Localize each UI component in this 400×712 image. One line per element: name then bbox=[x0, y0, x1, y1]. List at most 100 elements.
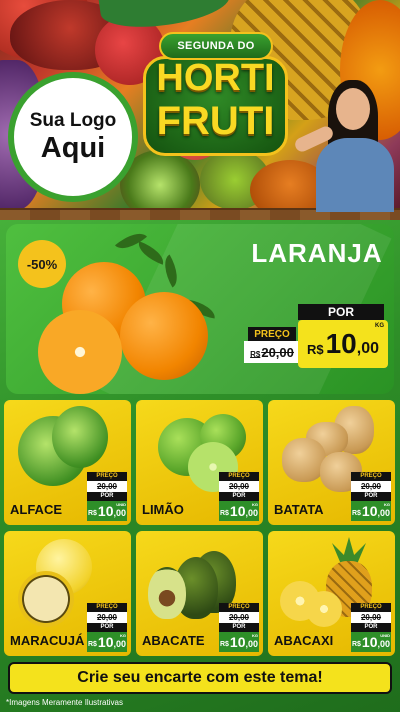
discount-text: -50% bbox=[26, 256, 58, 272]
orange-image bbox=[120, 292, 208, 380]
old-price-value: 20,00 bbox=[261, 344, 294, 360]
new-price-label-text: POR bbox=[327, 305, 354, 319]
main-panel: -50% LARANJA POR PREÇO R$20,00 KG R$ 10 … bbox=[0, 220, 400, 712]
new-price: R$ 10 ,00 KG bbox=[87, 632, 127, 652]
badge-top-text: SEGUNDA DO bbox=[177, 40, 255, 52]
header-banner: Sua Logo Aqui SEGUNDA DO HORTI FRUTI bbox=[0, 0, 400, 212]
old-price: 20,00 bbox=[87, 612, 127, 623]
product-name: MARACUJÁ bbox=[10, 633, 85, 648]
new-price: R$ 10 ,00 UNID bbox=[87, 501, 127, 521]
price-decimal: ,00 bbox=[245, 508, 259, 518]
old-price: R$20,00 bbox=[244, 341, 300, 363]
new-price-label: POR bbox=[219, 623, 259, 632]
new-price-label: POR bbox=[87, 623, 127, 632]
product-card-limao[interactable]: LIMÃO PREÇO 20,00 POR R$ 10 ,00 KG bbox=[136, 400, 263, 525]
price-integer: 10 bbox=[325, 328, 357, 359]
price-tag: PREÇO 20,00 POR R$ 10 ,00 UNID bbox=[87, 472, 127, 521]
discount-badge: -50% bbox=[18, 240, 66, 288]
product-card-abacate[interactable]: ABACATE PREÇO 20,00 POR R$ 10 ,00 KG bbox=[136, 531, 263, 656]
old-price-label: PREÇO bbox=[351, 603, 391, 612]
product-name: BATATA bbox=[274, 502, 324, 517]
model-photo bbox=[292, 80, 400, 212]
badge-word2: FRUTI bbox=[156, 99, 275, 143]
old-price-label-text: PREÇO bbox=[254, 328, 290, 340]
price-tag: PREÇO 20,00 POR R$ 10 ,00 KG bbox=[219, 472, 259, 521]
new-price: KG R$ 10 ,00 bbox=[298, 320, 388, 368]
lettuce-leaf bbox=[52, 406, 108, 468]
new-price-label: POR bbox=[298, 304, 384, 320]
new-price-label: POR bbox=[351, 623, 391, 632]
featured-product-card[interactable]: -50% LARANJA POR PREÇO R$20,00 KG R$ 10 … bbox=[6, 224, 394, 394]
new-price: R$ 10 ,00 KG bbox=[351, 501, 391, 521]
new-price: R$ 10 ,00 KG bbox=[219, 632, 259, 652]
new-price: R$ 10 ,00 UNID bbox=[351, 632, 391, 652]
price-integer: 10 bbox=[97, 634, 114, 650]
price-decimal: ,00 bbox=[377, 639, 391, 649]
price-unit: KG bbox=[384, 502, 390, 507]
price-integer: 10 bbox=[361, 634, 378, 650]
avocado-half bbox=[148, 567, 186, 619]
new-price-label: POR bbox=[87, 492, 127, 501]
model-body bbox=[316, 138, 394, 212]
product-name: ALFACE bbox=[10, 502, 62, 517]
price-tag: PREÇO 20,00 POR R$ 10 ,00 KG bbox=[87, 603, 127, 652]
price-unit: UNID bbox=[116, 502, 126, 507]
price-tag: PREÇO 20,00 POR R$ 10 ,00 UNID bbox=[351, 603, 391, 652]
old-price: 20,00 bbox=[351, 612, 391, 623]
old-price-label: PREÇO bbox=[248, 327, 296, 341]
price-integer: 10 bbox=[97, 503, 114, 519]
pineapple-slice bbox=[306, 591, 342, 627]
product-card-maracuja[interactable]: MARACUJÁ PREÇO 20,00 POR R$ 10 ,00 KG bbox=[4, 531, 131, 656]
new-price-label: POR bbox=[219, 492, 259, 501]
price-tag: PREÇO 20,00 POR R$ 10 ,00 KG bbox=[219, 603, 259, 652]
product-name: LIMÃO bbox=[142, 502, 184, 517]
old-price-label: PREÇO bbox=[87, 472, 127, 481]
hortifruti-badge: SEGUNDA DO HORTI FRUTI bbox=[143, 26, 288, 161]
new-price-label: POR bbox=[351, 492, 391, 501]
price-decimal: ,00 bbox=[245, 639, 259, 649]
price-integer: 10 bbox=[229, 634, 246, 650]
create-flyer-button[interactable]: Crie seu encarte com este tema! bbox=[8, 662, 392, 694]
old-price: 20,00 bbox=[351, 481, 391, 492]
price-decimal: ,00 bbox=[356, 340, 380, 357]
orange-slice-image bbox=[38, 310, 122, 394]
price-unit: KG bbox=[252, 502, 258, 507]
product-card-batata[interactable]: BATATA PREÇO 20,00 POR R$ 10 ,00 KG bbox=[268, 400, 395, 525]
price-integer: 10 bbox=[361, 503, 378, 519]
old-price-label: PREÇO bbox=[87, 603, 127, 612]
currency: R$ bbox=[87, 641, 97, 648]
old-price-label: PREÇO bbox=[219, 603, 259, 612]
old-currency: R$ bbox=[250, 349, 261, 359]
currency: R$ bbox=[351, 510, 361, 517]
currency: R$ bbox=[87, 510, 97, 517]
price-decimal: ,00 bbox=[113, 508, 127, 518]
product-name: ABACAXI bbox=[274, 633, 334, 648]
logo-line1: Sua Logo bbox=[29, 110, 117, 131]
logo-placeholder[interactable]: Sua Logo Aqui bbox=[8, 72, 138, 202]
passion-fruit-half bbox=[18, 571, 74, 627]
price-tag: PREÇO 20,00 POR R$ 10 ,00 KG bbox=[351, 472, 391, 521]
model-face bbox=[336, 88, 370, 130]
currency: R$ bbox=[306, 341, 324, 357]
product-card-abacaxi[interactable]: ABACAXI PREÇO 20,00 POR R$ 10 ,00 UNID bbox=[268, 531, 395, 656]
leaf-image bbox=[134, 241, 168, 265]
price-unit: KG bbox=[252, 633, 258, 638]
currency: R$ bbox=[219, 510, 229, 517]
product-name: ABACATE bbox=[142, 633, 205, 648]
price-unit: KG bbox=[375, 323, 384, 329]
new-price: R$ 10 ,00 KG bbox=[219, 501, 259, 521]
old-price-label: PREÇO bbox=[219, 472, 259, 481]
old-price: 20,00 bbox=[219, 481, 259, 492]
badge-word1: HORTI bbox=[156, 57, 275, 99]
currency: R$ bbox=[219, 641, 229, 648]
price-unit: KG bbox=[120, 633, 126, 638]
cta-label: Crie seu encarte com este tema! bbox=[77, 669, 323, 686]
featured-product-name: LARANJA bbox=[251, 238, 383, 268]
product-card-alface[interactable]: ALFACE PREÇO 20,00 POR R$ 10 ,00 UNID bbox=[4, 400, 131, 525]
price-decimal: ,00 bbox=[113, 639, 127, 649]
logo-line2: Aqui bbox=[40, 132, 106, 164]
price-integer: 10 bbox=[229, 503, 246, 519]
old-price-label: PREÇO bbox=[351, 472, 391, 481]
old-price: 20,00 bbox=[87, 481, 127, 492]
price-unit: UNID bbox=[380, 633, 390, 638]
